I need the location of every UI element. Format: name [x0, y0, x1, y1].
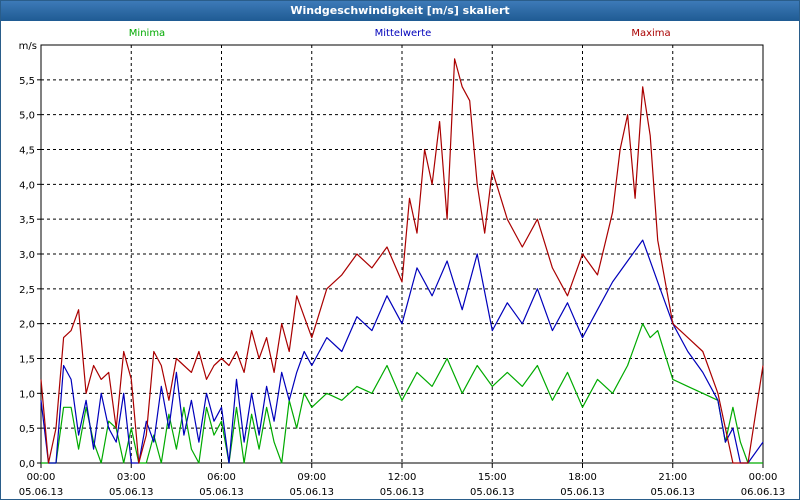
- x-tick-label-date: 06.06.13: [741, 487, 786, 498]
- legend-item-maxima: Maxima: [631, 28, 670, 39]
- legend-item-minima: Minima: [129, 28, 165, 39]
- y-tick-label: 2,0: [19, 320, 35, 331]
- x-tick-label-time: 12:00: [388, 472, 417, 483]
- x-tick-label-date: 05.06.13: [470, 487, 515, 498]
- y-tick-label: 4,5: [19, 146, 35, 157]
- x-tick-label-date: 05.06.13: [19, 487, 64, 498]
- line-chart: 0,0 0,5 1,0 1,5 2,0 2,5 3,0 3,5 4,0 4,5 5,0 5,5 m/s 0…: [19, 28, 786, 498]
- x-tick-label-date: 05.06.13: [650, 487, 695, 498]
- y-tick-label: 4,0: [19, 180, 35, 191]
- x-tick-label-time: 21:00: [658, 472, 687, 483]
- x-tick-label-date: 05.06.13: [199, 487, 244, 498]
- x-tick-label-date: 05.06.13: [289, 487, 334, 498]
- window-title: Windgeschwindigkeit [m/s] skaliert: [1, 1, 799, 21]
- y-tick-label: 5,0: [19, 111, 35, 122]
- x-tick-label-time: 15:00: [478, 472, 507, 483]
- legend-item-mittelwerte: Mittelwerte: [375, 28, 432, 39]
- y-axis-label: m/s: [19, 41, 37, 52]
- y-tick-label: 1,5: [19, 355, 35, 366]
- y-tick-label: 0,0: [19, 459, 35, 470]
- y-tick-label: 0,5: [19, 424, 35, 435]
- x-tick-label-time: 09:00: [297, 472, 326, 483]
- y-tick-label: 3,5: [19, 215, 35, 226]
- x-tick-label-date: 05.06.13: [560, 487, 605, 498]
- x-tick-label-time: 00:00: [27, 472, 56, 483]
- x-tick-label-time: 06:00: [207, 472, 236, 483]
- x-tick-label-date: 05.06.13: [109, 487, 154, 498]
- y-tick-label: 1,0: [19, 389, 35, 400]
- chart-window: Windgeschwindigkeit [m/s] skaliert 0,0 0,…: [0, 0, 800, 500]
- y-tick-label: 3,0: [19, 250, 35, 261]
- x-tick-label-time: 03:00: [117, 472, 146, 483]
- x-tick-label-time: 00:00: [749, 472, 778, 483]
- x-tick-label-date: 05.06.13: [380, 487, 425, 498]
- y-tick-label: 2,5: [19, 285, 35, 296]
- legend: Minima Mittelwerte Maxima: [129, 28, 671, 39]
- x-tick-label-time: 18:00: [568, 472, 597, 483]
- y-tick-label: 5,5: [19, 76, 35, 87]
